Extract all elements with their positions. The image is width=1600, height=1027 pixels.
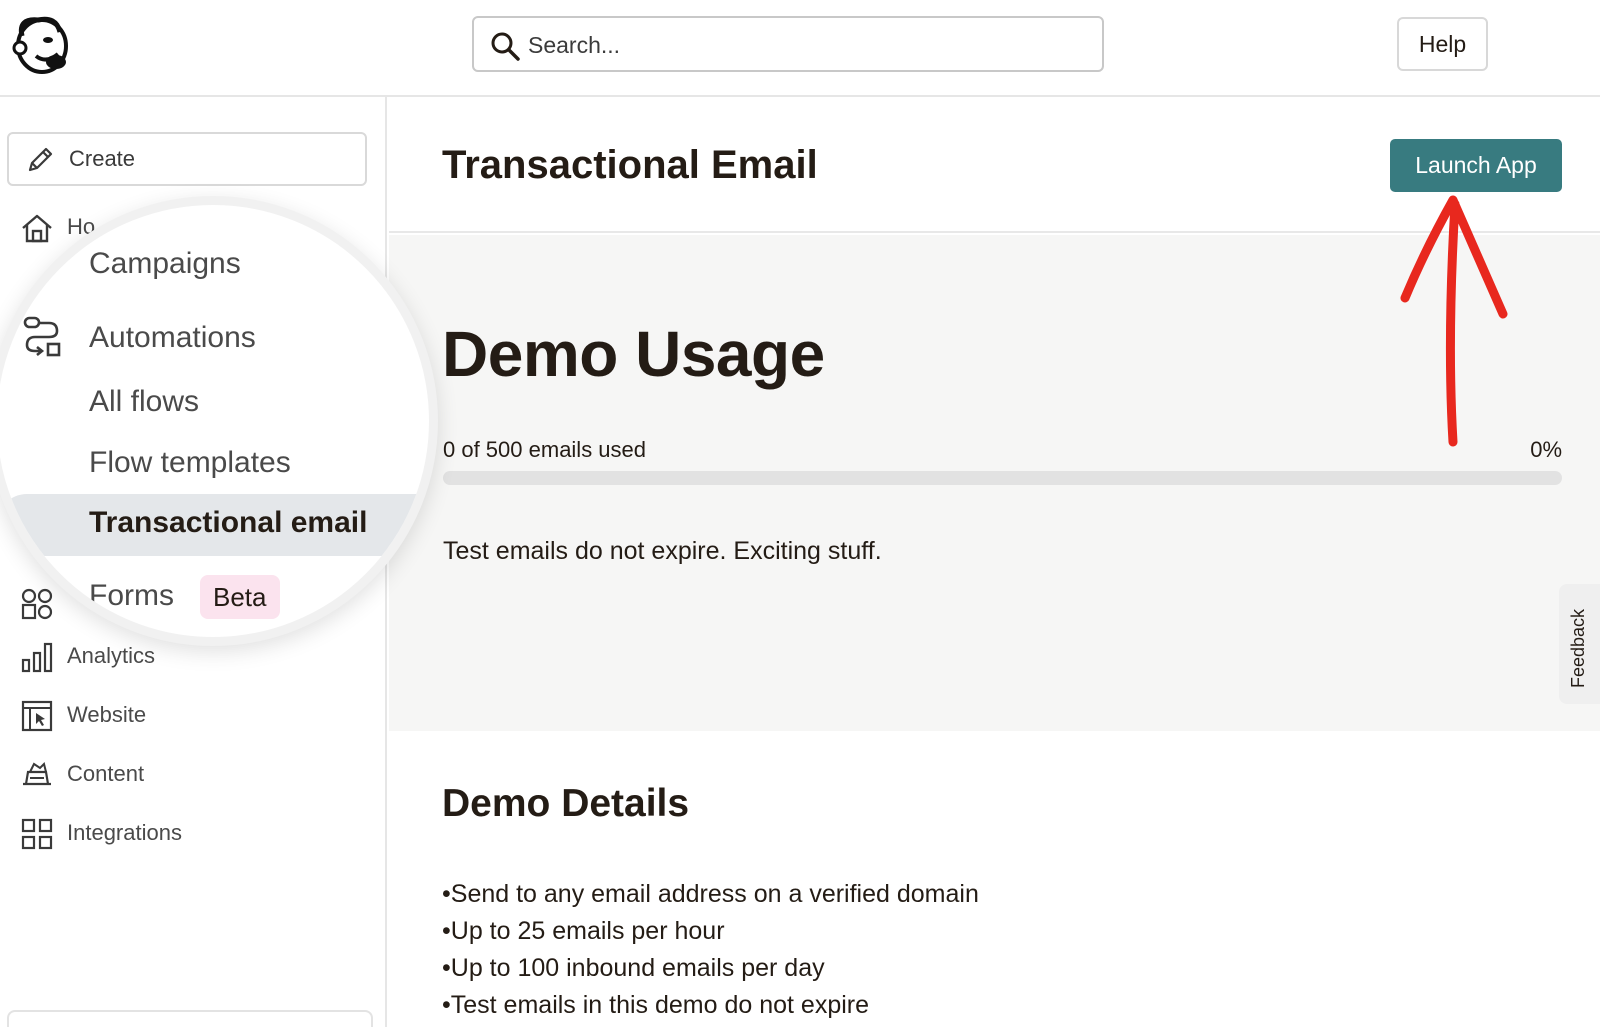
beta-badge: Beta [200, 575, 280, 619]
annotation-arrow-icon [1400, 195, 1508, 447]
create-label: Create [69, 146, 136, 171]
sidebar-item-label: Analytics [67, 643, 156, 668]
help-button[interactable]: Help [1397, 17, 1488, 71]
website-icon [21, 700, 53, 732]
sidebar-item-label: Integrations [67, 820, 182, 845]
search-box[interactable] [472, 16, 1104, 72]
sidebar-item-automations[interactable]: Automations [89, 321, 256, 355]
grid-icon [21, 818, 53, 850]
sidebar-item-forms[interactable]: Forms [89, 579, 174, 613]
sidebar-item-transactional-email[interactable]: Transactional email [0, 494, 429, 556]
launch-app-button[interactable]: Launch App [1390, 139, 1562, 192]
sidebar-item-website[interactable]: Website [0, 692, 380, 738]
list-item: Test emails in this demo do not expire [442, 987, 979, 1024]
bar-chart-icon [21, 642, 53, 673]
demo-usage-title: Demo Usage [442, 318, 825, 390]
automations-icon [23, 316, 61, 357]
list-item: Up to 100 inbound emails per day [442, 950, 979, 987]
home-icon [22, 214, 52, 243]
usage-progress-bar [443, 471, 1562, 485]
search-icon [491, 32, 520, 61]
page-title: Transactional Email [442, 143, 818, 187]
mailchimp-logo-icon[interactable] [8, 10, 74, 76]
magnifier-callout: Campaigns Automations All flows Flow tem… [0, 196, 438, 646]
sidebar-item-all-flows[interactable]: All flows [89, 385, 199, 419]
demo-details-title: Demo Details [442, 782, 690, 825]
list-item: Up to 25 emails per hour [442, 913, 979, 950]
usage-note: Test emails do not expire. Exciting stuf… [443, 537, 882, 565]
demo-details-list: Send to any email address on a verified … [442, 876, 979, 1024]
usage-count-text: 0 of 500 emails used [443, 437, 647, 462]
sidebar-item-campaigns[interactable]: Campaigns [89, 247, 241, 281]
sidebar-item-label: Transactional email [89, 506, 368, 539]
create-button[interactable]: Create [7, 132, 367, 186]
sidebar-item-content[interactable]: Content [0, 751, 380, 797]
sidebar-item-label: Content [67, 761, 145, 786]
top-bar: Help [0, 0, 1600, 97]
sidebar-item-integrations[interactable]: Integrations [0, 810, 380, 856]
audience-icon[interactable] [20, 587, 54, 621]
pencil-icon [28, 147, 53, 172]
list-item: Send to any email address on a verified … [442, 876, 979, 913]
feedback-tab[interactable]: Feedback [1559, 584, 1600, 704]
feedback-label: Feedback [1568, 608, 1588, 688]
sidebar-item-flow-templates[interactable]: Flow templates [89, 446, 291, 480]
sidebar-bottom-panel[interactable] [7, 1010, 373, 1027]
search-input[interactable] [528, 26, 1088, 64]
sidebar-item-label: Website [67, 702, 147, 727]
content-icon [23, 762, 51, 786]
